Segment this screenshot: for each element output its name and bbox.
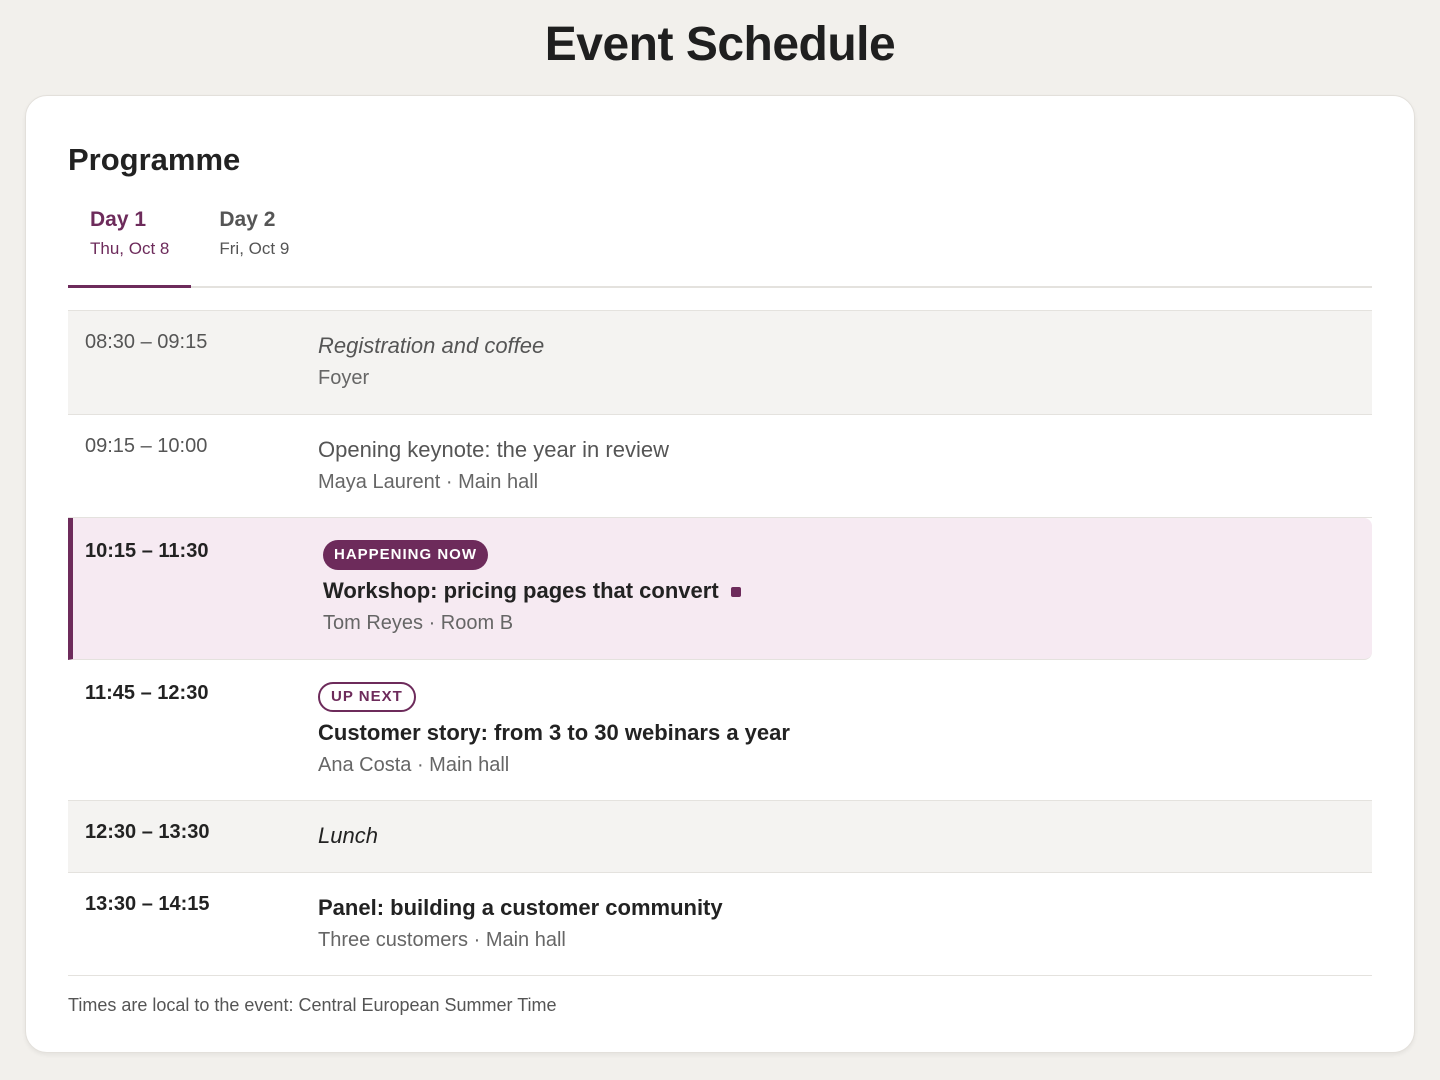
session-time: 08:30 – 09:15 [85,331,208,353]
session-time: 11:45 – 12:30 [85,682,209,704]
session-speaker-location: Ana Costa · Main hall [318,754,510,776]
schedule-row[interactable]: 12:30 – 13:30 Lunch [68,801,1372,873]
session-title: Lunch [318,823,378,848]
session-title: Panel: building a customer community [318,895,723,920]
tab-day-1[interactable]: Day 1 Thu, Oct 8 [68,206,192,288]
session-location: Foyer [318,367,370,389]
session-speaker-location: Three customers · Main hall [318,929,566,951]
tab-day-2[interactable]: Day 2 Fri, Oct 9 [191,206,311,288]
schedule-row[interactable]: 13:30 – 14:15 Panel: building a customer… [68,873,1372,976]
session-time: 09:15 – 10:00 [85,435,208,457]
session-time: 12:30 – 13:30 [85,821,210,843]
page-title: Event Schedule [544,18,896,71]
day-tabs: Day 1 Thu, Oct 8 Day 2 Fri, Oct 9 [68,206,1372,288]
session-time: 10:15 – 11:30 [85,540,209,562]
tab-date: Fri, Oct 9 [219,239,290,258]
live-dot-icon [730,587,741,598]
programme-card: Programme Day 1 Thu, Oct 8 Day 2 Fri, Oc… [25,95,1415,1053]
schedule-row[interactable]: 08:30 – 09:15 Registration and coffee Fo… [68,311,1372,415]
schedule-list: 08:30 – 09:15 Registration and coffee Fo… [68,310,1372,976]
tab-label: Day 2 [219,208,276,231]
session-title: Opening keynote: the year in review [318,437,669,462]
session-speaker-location: Maya Laurent · Main hall [318,471,539,493]
session-title: Registration and coffee [318,333,545,358]
session-title: Workshop: pricing pages that convert [323,578,719,603]
card-heading: Programme [68,142,241,177]
schedule-row[interactable]: 09:15 – 10:00 Opening keynote: the year … [68,415,1372,518]
up-next-badge: UP NEXT [318,682,416,712]
session-title: Customer story: from 3 to 30 webinars a … [318,720,790,745]
happening-now-badge: HAPPENING NOW [323,540,489,570]
timezone-footnote: Times are local to the event: Central Eu… [68,995,557,1015]
tab-date: Thu, Oct 8 [90,239,170,258]
tab-label: Day 1 [90,208,147,231]
session-speaker-location: Tom Reyes · Room B [323,612,514,634]
session-time: 13:30 – 14:15 [85,893,210,915]
schedule-row-current[interactable]: 10:15 – 11:30 HAPPENING NOW Workshop: pr… [68,518,1372,660]
schedule-row-next[interactable]: 11:45 – 12:30 UP NEXT Customer story: fr… [68,660,1372,801]
